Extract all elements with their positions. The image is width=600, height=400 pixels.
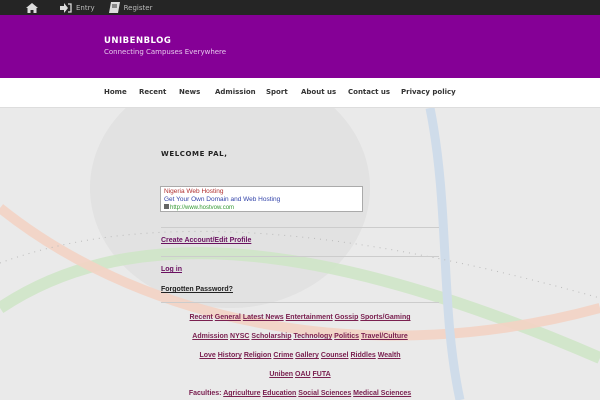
nav-privacy[interactable]: Privacy policy xyxy=(401,88,456,96)
faculties-label: Faculties: xyxy=(188,390,222,397)
faculty-link[interactable]: Medical Sciences xyxy=(353,390,411,397)
category-link[interactable]: Sports/Gaming xyxy=(360,314,410,321)
faculty-link[interactable]: Agriculture xyxy=(223,390,260,397)
divider xyxy=(161,227,439,228)
category-row: Recent General Latest News Entertainment… xyxy=(150,314,450,321)
category-link[interactable]: Uniben xyxy=(269,371,293,378)
faculties-row: Faculties: Agriculture Education Social … xyxy=(150,390,450,397)
category-link[interactable]: Admission xyxy=(192,333,228,340)
category-link[interactable]: General xyxy=(215,314,241,321)
category-row: Love History Religion Crime Gallery Coun… xyxy=(150,352,450,359)
nav-sport[interactable]: Sport xyxy=(266,88,288,96)
site-tagline: Connecting Campuses Everywhere xyxy=(104,48,227,56)
top-bar: Entry Register xyxy=(0,0,600,15)
ad-url[interactable]: http://www.hostvow.com xyxy=(164,204,359,212)
login-link[interactable]: Log in xyxy=(161,266,182,273)
category-link[interactable]: Technology xyxy=(293,333,332,340)
register-label: Register xyxy=(123,3,153,12)
faculty-link[interactable]: Social Sciences xyxy=(298,390,351,397)
category-link[interactable]: Crime xyxy=(273,352,293,359)
nav-about[interactable]: About us xyxy=(301,88,336,96)
ad-box[interactable]: Nigeria Web Hosting Get Your Own Domain … xyxy=(160,186,363,212)
category-link[interactable]: NYSC xyxy=(230,333,249,340)
nav-admission[interactable]: Admission xyxy=(215,88,256,96)
category-link[interactable]: Counsel xyxy=(321,352,349,359)
entry-label: Entry xyxy=(76,3,95,12)
category-link[interactable]: FUTA xyxy=(313,371,331,378)
home-icon xyxy=(26,2,38,13)
ad-choices-icon xyxy=(164,204,169,209)
category-link[interactable]: Travel/Culture xyxy=(361,333,408,340)
category-row: Uniben OAU FUTA xyxy=(150,371,450,378)
ad-text: Get Your Own Domain and Web Hosting xyxy=(164,196,281,203)
forgot-password-link[interactable]: Forgotten Password? xyxy=(161,286,233,293)
main-nav: Home Recent News Admission Sport About u… xyxy=(0,78,600,108)
create-account-link[interactable]: Create Account/Edit Profile xyxy=(161,237,251,244)
nav-contact[interactable]: Contact us xyxy=(348,88,390,96)
sign-in-icon xyxy=(60,2,72,13)
register-link[interactable]: Register xyxy=(108,2,153,13)
category-link[interactable]: History xyxy=(218,352,242,359)
category-link[interactable]: Religion xyxy=(244,352,272,359)
category-link[interactable]: Wealth xyxy=(378,352,401,359)
category-link[interactable]: Gossip xyxy=(335,314,359,321)
site-header: UNIBENBLOG Connecting Campuses Everywher… xyxy=(0,15,600,78)
category-link[interactable]: Politics xyxy=(334,333,359,340)
nav-news[interactable]: News xyxy=(179,88,200,96)
category-link[interactable]: Entertainment xyxy=(286,314,333,321)
category-link[interactable]: Latest News xyxy=(243,314,284,321)
category-link[interactable]: Recent xyxy=(189,314,212,321)
nav-home[interactable]: Home xyxy=(104,88,127,96)
category-link[interactable]: Riddles xyxy=(350,352,375,359)
faculty-link[interactable]: Education xyxy=(263,390,297,397)
category-link[interactable]: Scholarship xyxy=(251,333,291,340)
category-link[interactable]: Gallery xyxy=(295,352,319,359)
home-link[interactable] xyxy=(26,2,38,13)
category-link[interactable]: OAU xyxy=(295,371,311,378)
nav-recent[interactable]: Recent xyxy=(139,88,166,96)
category-link[interactable]: Love xyxy=(199,352,215,359)
book-icon xyxy=(108,2,120,13)
entry-link[interactable]: Entry xyxy=(60,2,95,13)
divider xyxy=(161,256,439,257)
ad-url-text: http://www.hostvow.com xyxy=(170,205,235,211)
welcome-heading: WELCOME PAL, xyxy=(161,150,228,158)
ad-title[interactable]: Nigeria Web Hosting xyxy=(164,188,359,196)
site-title[interactable]: UNIBENBLOG xyxy=(104,36,171,46)
divider xyxy=(161,302,439,303)
category-row: Admission NYSC Scholarship Technology Po… xyxy=(150,333,450,340)
